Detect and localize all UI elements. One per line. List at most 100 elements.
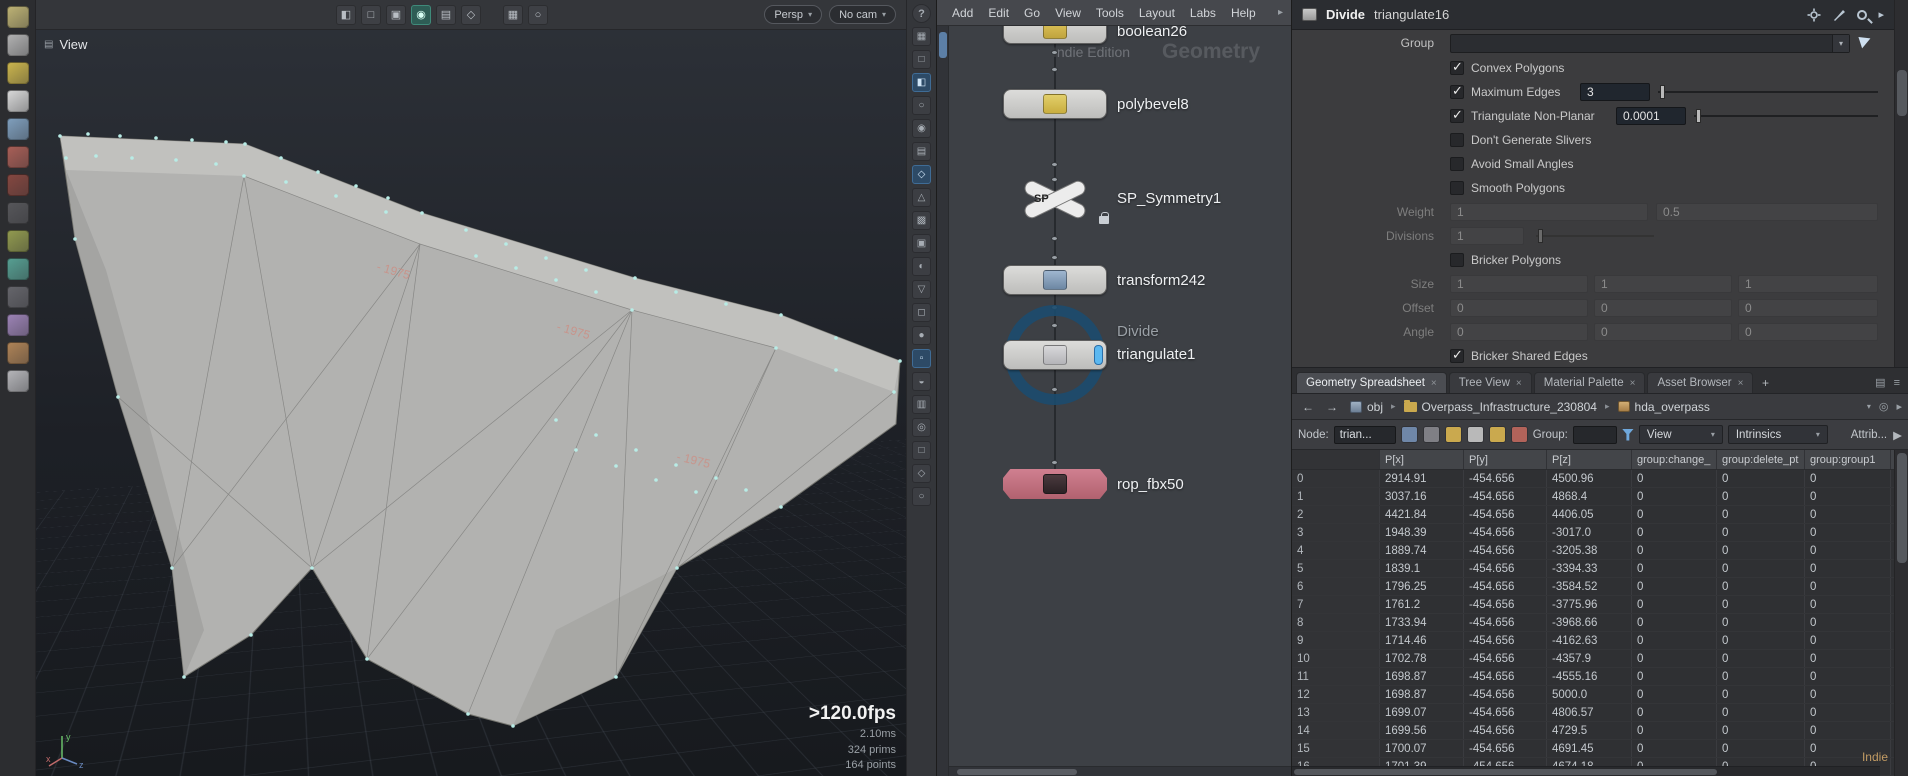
particles-icon[interactable]: ◇ — [912, 464, 931, 483]
brush-icon[interactable] — [1832, 8, 1846, 22]
scrollbar-handle[interactable] — [1897, 70, 1907, 116]
vertex-markers-icon[interactable]: ▩ — [912, 211, 931, 230]
table-cell[interactable]: -454.656 — [1464, 524, 1547, 541]
table-cell[interactable]: 0 — [1632, 668, 1717, 685]
row-number[interactable]: 7 — [1292, 596, 1380, 613]
table-cell[interactable]: -454.656 — [1464, 740, 1547, 757]
row-number[interactable]: 12 — [1292, 686, 1380, 703]
table-cell[interactable]: 4421.84 — [1380, 506, 1464, 523]
hand-tool-icon[interactable] — [6, 34, 29, 56]
brush-select-icon[interactable]: ▣ — [386, 4, 406, 25]
table-cell[interactable]: 1889.74 — [1380, 542, 1464, 559]
node-rop-fbx50[interactable] — [1003, 469, 1107, 499]
scrollbar-handle[interactable] — [939, 32, 947, 58]
table-cell[interactable]: 0 — [1632, 722, 1717, 739]
scrollbar-handle[interactable] — [957, 769, 1077, 775]
row-number[interactable]: 5 — [1292, 560, 1380, 577]
table-cell[interactable]: 0 — [1805, 524, 1891, 541]
table-cell[interactable]: 4500.96 — [1547, 470, 1632, 487]
visibility-select-icon[interactable]: ▤ — [436, 4, 456, 25]
node-triangulate1[interactable] — [1003, 340, 1107, 370]
view-mode-icon[interactable]: ▽ — [912, 280, 931, 299]
column-header[interactable]: group:delete_pt — [1717, 450, 1805, 469]
maximum-edges-checkbox[interactable]: ✓ — [1450, 83, 1464, 99]
node-polybevel8[interactable] — [1003, 89, 1107, 119]
help-icon[interactable]: ? — [912, 4, 931, 23]
normals-icon[interactable]: ◇ — [912, 165, 931, 184]
table-cell[interactable]: 0 — [1632, 542, 1717, 559]
table-cell[interactable]: 0 — [1805, 632, 1891, 649]
breadcrumb-obj[interactable]: obj — [1346, 399, 1387, 415]
table-cell[interactable]: -3968.66 — [1547, 614, 1632, 631]
paint-tool-icon[interactable] — [6, 286, 29, 308]
close-icon[interactable]: × — [1630, 378, 1636, 389]
menu-item-tools[interactable]: Tools — [1089, 3, 1131, 23]
row-number[interactable]: 6 — [1292, 578, 1380, 595]
table-cell[interactable]: 1796.25 — [1380, 578, 1464, 595]
triangulate-nonplanar-input[interactable]: 0.0001 — [1616, 107, 1686, 125]
network-vertical-scrollbar[interactable] — [937, 26, 949, 776]
column-header[interactable]: P[x] — [1380, 450, 1464, 469]
table-cell[interactable]: 0 — [1717, 470, 1805, 487]
rotate-tool-icon[interactable] — [6, 174, 29, 196]
table-cell[interactable]: 0 — [1632, 524, 1717, 541]
perspective-camera-button[interactable]: Persp ▾ — [764, 5, 823, 24]
table-cell[interactable]: 0 — [1717, 704, 1805, 721]
table-cell[interactable]: -454.656 — [1464, 578, 1547, 595]
table-cell[interactable]: 0 — [1632, 632, 1717, 649]
table-cell[interactable]: 0 — [1632, 560, 1717, 577]
chevron-down-icon[interactable]: ▾ — [1867, 402, 1871, 411]
table-cell[interactable]: 4806.57 — [1547, 704, 1632, 721]
table-cell[interactable]: 0 — [1805, 650, 1891, 667]
dont-generate-slivers-checkbox[interactable]: ✓ — [1450, 133, 1464, 147]
view-dropdown[interactable]: View ▾ — [1638, 425, 1723, 444]
snap-tool-icon[interactable] — [6, 370, 29, 392]
scale-tool-icon[interactable] — [6, 202, 29, 224]
front-select-icon[interactable]: ◇ — [461, 4, 481, 25]
table-cell[interactable]: -3017.0 — [1547, 524, 1632, 541]
tab-tree-view[interactable]: Tree View × — [1448, 372, 1532, 393]
row-number[interactable]: 8 — [1292, 614, 1380, 631]
filter-funnel-icon[interactable] — [1621, 428, 1634, 441]
table-cell[interactable]: 1700.07 — [1380, 740, 1464, 757]
table-cell[interactable]: 0 — [1805, 614, 1891, 631]
new-tab-button[interactable]: + — [1755, 372, 1775, 393]
table-cell[interactable]: 0 — [1632, 578, 1717, 595]
table-cell[interactable]: 1702.78 — [1380, 650, 1464, 667]
table-cell[interactable]: 0 — [1717, 524, 1805, 541]
breadcrumb-hda-overpass[interactable]: hda_overpass — [1614, 399, 1714, 415]
table-cell[interactable]: -454.656 — [1464, 722, 1547, 739]
lock-camera-icon[interactable]: ◧ — [912, 73, 931, 92]
bricker-polygons-checkbox[interactable]: ✓ — [1450, 253, 1464, 267]
node-boolean26[interactable] — [1003, 26, 1107, 44]
gear-icon[interactable] — [1807, 8, 1821, 22]
column-header[interactable]: P[y] — [1464, 450, 1547, 469]
pin-arrow-icon[interactable]: ▸ — [1878, 8, 1884, 21]
table-cell[interactable]: 1733.94 — [1380, 614, 1464, 631]
handles-icon[interactable]: ◒ — [912, 372, 931, 391]
group-input[interactable]: ▾ — [1450, 33, 1850, 53]
table-cell[interactable]: 0 — [1717, 668, 1805, 685]
select-contained-icon[interactable]: ○ — [528, 4, 548, 25]
group-display-icon[interactable]: ▣ — [912, 234, 931, 253]
viewport-pane-tab[interactable]: ▤ View — [44, 37, 87, 52]
table-cell[interactable]: 5000.0 — [1547, 686, 1632, 703]
table-cell[interactable]: 0 — [1805, 668, 1891, 685]
camera-icon[interactable]: □ — [912, 50, 931, 69]
column-header[interactable]: P[z] — [1547, 450, 1632, 469]
table-cell[interactable]: 0 — [1717, 596, 1805, 613]
table-cell[interactable]: 0 — [1717, 614, 1805, 631]
display-options-icon[interactable]: ▦ — [912, 27, 931, 46]
table-cell[interactable]: -454.656 — [1464, 668, 1547, 685]
forward-arrow-icon[interactable]: → — [1322, 399, 1342, 415]
table-cell[interactable]: -4555.16 — [1547, 668, 1632, 685]
table-cell[interactable]: 1698.87 — [1380, 686, 1464, 703]
row-number[interactable]: 1 — [1292, 488, 1380, 505]
pose-tool-icon[interactable] — [6, 230, 29, 252]
shadows-icon[interactable]: ● — [912, 326, 931, 345]
row-number[interactable]: 15 — [1292, 740, 1380, 757]
row-number-header[interactable] — [1292, 450, 1380, 469]
table-cell[interactable]: 0 — [1717, 560, 1805, 577]
brush-shelf-icon[interactable] — [6, 62, 29, 84]
node-name-field[interactable]: triangulate16 — [1374, 7, 1798, 22]
